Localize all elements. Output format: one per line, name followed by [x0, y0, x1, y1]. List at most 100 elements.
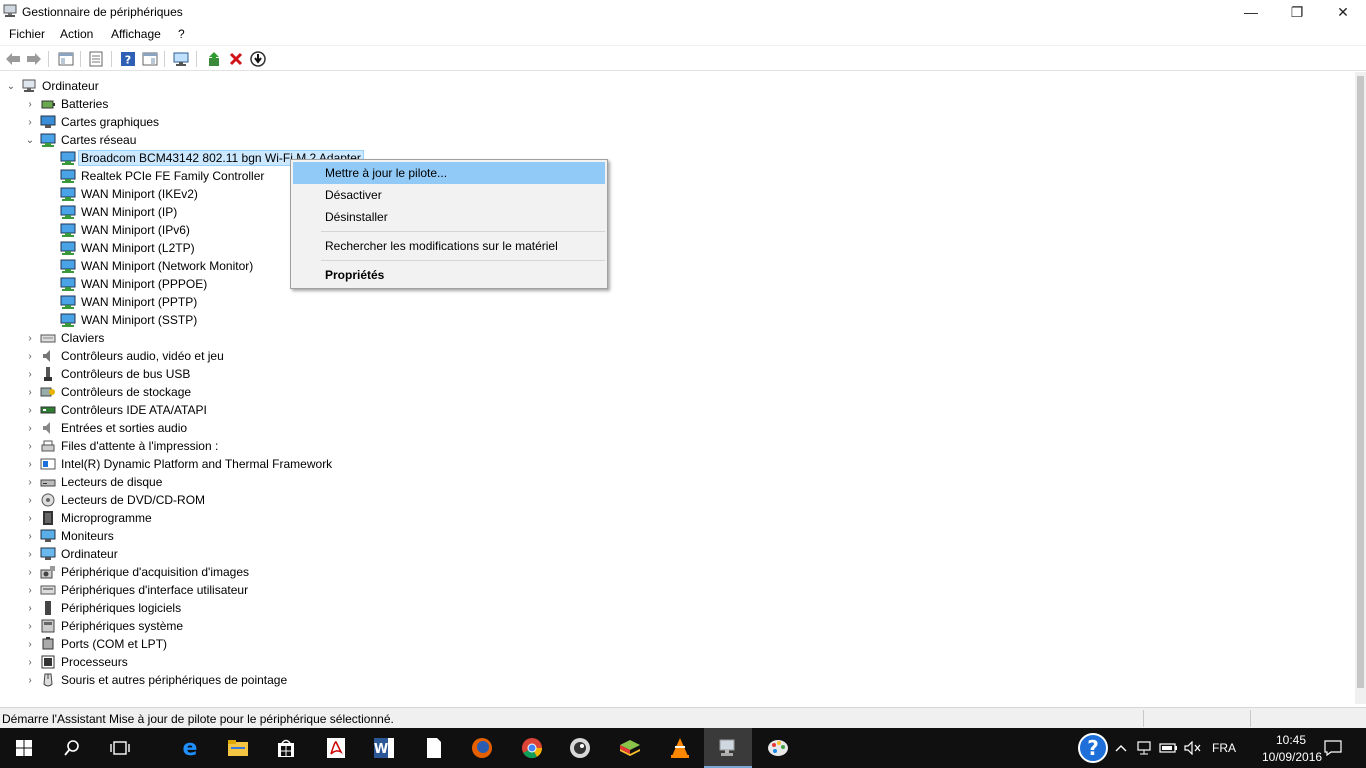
chevron-right-icon[interactable]: › [24, 419, 36, 437]
tree-item-firmware[interactable]: › Microprogramme [24, 509, 152, 527]
tree-item-computer[interactable]: › Ordinateur [24, 545, 117, 563]
tree-item-processor[interactable]: › Processeurs [24, 653, 127, 671]
chevron-right-icon[interactable]: › [24, 95, 36, 113]
tree-item-system-device[interactable]: › Périphériques système [24, 617, 183, 635]
bluestacks-icon[interactable] [606, 728, 654, 768]
store-icon[interactable] [262, 728, 310, 768]
help-icon[interactable]: ? [119, 50, 137, 68]
volume-muted-icon[interactable] [1182, 728, 1204, 768]
chrome-icon[interactable] [508, 728, 556, 768]
close-button[interactable]: ✕ [1320, 0, 1366, 24]
chevron-right-icon[interactable]: › [24, 437, 36, 455]
properties-sheet-icon[interactable] [87, 50, 105, 68]
search-icon[interactable] [48, 728, 96, 768]
paint-icon[interactable] [754, 728, 802, 768]
word-icon[interactable]: W [360, 728, 408, 768]
menu-affichage[interactable]: Affichage [111, 27, 161, 41]
uninstall-device-icon[interactable] [227, 50, 245, 68]
menu-help[interactable]: ? [178, 27, 185, 41]
tree-item-dvd[interactable]: › Lecteurs de DVD/CD-ROM [24, 491, 205, 509]
update-driver-icon[interactable] [205, 50, 223, 68]
chevron-right-icon[interactable]: › [24, 653, 36, 671]
firefox-icon[interactable] [458, 728, 506, 768]
tree-item-batteries[interactable]: › Batteries [24, 95, 108, 113]
chevron-right-icon[interactable]: › [24, 563, 36, 581]
menu-uninstall[interactable]: Désinstaller [293, 206, 605, 228]
scrollbar-thumb[interactable] [1357, 76, 1364, 688]
network-adapter-item[interactable]: WAN Miniport (PPTP) [60, 293, 197, 311]
tree-item-keyboard[interactable]: › Claviers [24, 329, 104, 347]
file-explorer-icon[interactable] [214, 728, 262, 768]
tree-item-intel-dptf[interactable]: › Intel(R) Dynamic Platform and Thermal F… [24, 455, 332, 473]
scan-hardware-icon[interactable] [173, 50, 191, 68]
tree-item-software-device[interactable]: › Périphériques logiciels [24, 599, 181, 617]
document-icon[interactable] [410, 728, 458, 768]
menu-properties[interactable]: Propriétés [293, 264, 605, 286]
back-arrow-icon[interactable] [4, 50, 22, 68]
chevron-right-icon[interactable]: › [24, 401, 36, 419]
chevron-right-icon[interactable]: › [24, 347, 36, 365]
chevron-right-icon[interactable]: › [24, 545, 36, 563]
menu-scan-hardware[interactable]: Rechercher les modifications sur le maté… [293, 235, 605, 257]
maximize-button[interactable]: ❐ [1274, 0, 1320, 24]
chevron-down-icon[interactable]: ⌄ [24, 131, 36, 149]
tree-item-cartes-graphiques[interactable]: › Cartes graphiques [24, 113, 159, 131]
edge-icon[interactable]: e [166, 728, 214, 768]
tree-item-monitor[interactable]: › Moniteurs [24, 527, 113, 545]
pdf-reader-icon[interactable] [312, 728, 360, 768]
network-adapter-item[interactable]: WAN Miniport (IPv6) [60, 221, 190, 239]
chevron-right-icon[interactable]: › [24, 113, 36, 131]
tree-item-storage[interactable]: › Contrôleurs de stockage [24, 383, 191, 401]
download-circle-icon[interactable] [249, 50, 267, 68]
chevron-right-icon[interactable]: › [24, 473, 36, 491]
show-hide-console-tree-icon[interactable] [57, 50, 75, 68]
chevron-right-icon[interactable]: › [24, 455, 36, 473]
chevron-right-icon[interactable]: › [24, 491, 36, 509]
tree-item-ide[interactable]: › Contrôleurs IDE ATA/ATAPI [24, 401, 207, 419]
vlc-icon[interactable] [656, 728, 704, 768]
start-button[interactable] [0, 728, 48, 768]
tree-item-imaging[interactable]: › Périphérique d'acquisition d'images [24, 563, 249, 581]
chevron-right-icon[interactable]: › [24, 617, 36, 635]
action-pane-icon[interactable] [141, 50, 159, 68]
chevron-right-icon[interactable]: › [24, 365, 36, 383]
network-adapter-item[interactable]: WAN Miniport (Network Monitor) [60, 257, 253, 275]
menu-action[interactable]: Action [60, 27, 93, 41]
clock-date[interactable]: 10/09/2016 [1262, 750, 1322, 764]
network-adapter-item[interactable]: WAN Miniport (IKEv2) [60, 185, 198, 203]
chevron-right-icon[interactable]: › [24, 509, 36, 527]
action-center-icon[interactable] [1316, 728, 1350, 768]
clock-time[interactable]: 10:45 [1276, 733, 1306, 747]
chevron-down-icon[interactable]: ⌄ [5, 77, 17, 95]
tree-item-audio-io[interactable]: › Entrées et sorties audio [24, 419, 187, 437]
network-adapter-item[interactable]: Realtek PCIe FE Family Controller [60, 167, 264, 185]
chevron-right-icon[interactable]: › [24, 383, 36, 401]
network-adapter-item[interactable]: WAN Miniport (PPPOE) [60, 275, 207, 293]
chevron-right-icon[interactable]: › [24, 581, 36, 599]
tree-item-mouse[interactable]: › Souris et autres périphériques de point… [24, 671, 287, 689]
network-adapter-item[interactable]: WAN Miniport (IP) [60, 203, 177, 221]
device-manager-task[interactable] [704, 728, 752, 768]
help-tray-icon[interactable]: ? [1070, 728, 1116, 768]
forward-arrow-icon[interactable] [25, 50, 43, 68]
show-hidden-icons-chevron-up-icon[interactable] [1112, 728, 1130, 768]
battery-tray-icon[interactable] [1158, 728, 1180, 768]
tree-item-disk-drive[interactable]: › Lecteurs de disque [24, 473, 162, 491]
network-tray-icon[interactable] [1134, 728, 1156, 768]
vertical-scrollbar[interactable] [1355, 72, 1366, 704]
network-adapter-item[interactable]: WAN Miniport (SSTP) [60, 311, 197, 329]
menu-disable[interactable]: Désactiver [293, 184, 605, 206]
network-adapter-item[interactable]: WAN Miniport (L2TP) [60, 239, 195, 257]
tree-item-hid[interactable]: › Périphériques d'interface utilisateur [24, 581, 248, 599]
chevron-right-icon[interactable]: › [24, 599, 36, 617]
chevron-right-icon[interactable]: › [24, 671, 36, 689]
task-view-icon[interactable] [96, 728, 144, 768]
tree-item-ports[interactable]: › Ports (COM et LPT) [24, 635, 167, 653]
chevron-right-icon[interactable]: › [24, 635, 36, 653]
tree-item-audio-video[interactable]: › Contrôleurs audio, vidéo et jeu [24, 347, 223, 365]
media-app-icon[interactable] [556, 728, 604, 768]
minimize-button[interactable]: — [1228, 0, 1274, 24]
language-indicator[interactable]: FRA [1212, 741, 1236, 755]
tree-item-print-queue[interactable]: › Files d'attente à l'impression : [24, 437, 218, 455]
chevron-right-icon[interactable]: › [24, 527, 36, 545]
